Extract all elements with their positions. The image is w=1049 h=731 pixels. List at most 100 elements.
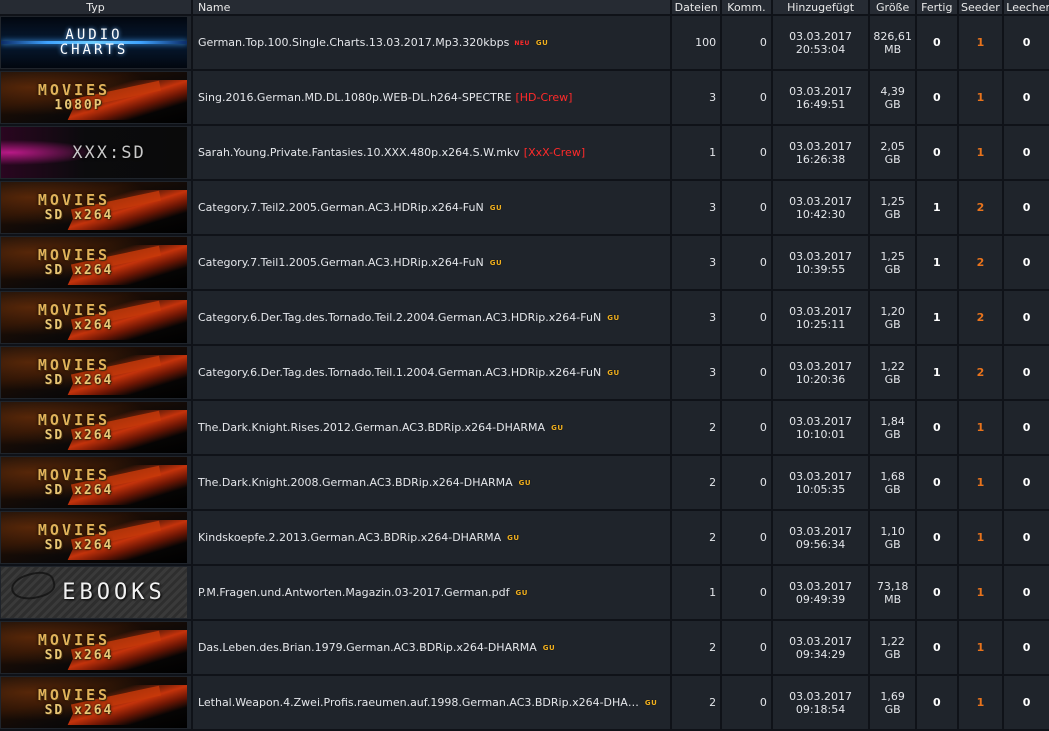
seeder-count[interactable]: 2 (958, 346, 1003, 399)
finished-count[interactable]: 0 (916, 401, 957, 454)
torrent-name-link[interactable]: P.M.Fragen.und.Antworten.Magazin.03-2017… (198, 586, 510, 599)
comments-count[interactable]: 0 (722, 456, 771, 509)
seeder-count[interactable]: 1 (958, 676, 1003, 729)
table-row[interactable]: MOVIES SD x264 The.Dark.Knight.Rises.201… (0, 401, 1049, 454)
column-header-leecher[interactable]: Leecher (1004, 0, 1049, 14)
category-cell[interactable]: MOVIES SD x264 (0, 291, 191, 344)
category-banner-audio[interactable]: AUDIO CHARTS (1, 17, 187, 68)
category-banner-movies[interactable]: MOVIES SD x264 (1, 237, 187, 288)
files-count[interactable]: 100 (672, 16, 721, 69)
leecher-count[interactable]: 0 (1004, 456, 1049, 509)
files-count[interactable]: 3 (672, 181, 721, 234)
torrent-name-link[interactable]: Category.7.Teil1.2005.German.AC3.HDRip.x… (198, 256, 484, 269)
seeder-count[interactable]: 1 (958, 621, 1003, 674)
comments-count[interactable]: 0 (722, 566, 771, 619)
table-row[interactable]: MOVIES SD x264 Category.7.Teil1.2005.Ger… (0, 236, 1049, 289)
leecher-count[interactable]: 0 (1004, 621, 1049, 674)
category-cell[interactable]: MOVIES SD x264 (0, 236, 191, 289)
files-count[interactable]: 2 (672, 511, 721, 564)
seeder-count[interactable]: 1 (958, 566, 1003, 619)
column-header-name[interactable]: Name (192, 0, 671, 14)
category-banner-xxx[interactable]: XXX:SD (1, 127, 187, 178)
category-banner-movies[interactable]: MOVIES SD x264 (1, 677, 187, 728)
files-count[interactable]: 2 (672, 456, 721, 509)
group-tag[interactable]: [HD-Crew] (515, 91, 572, 104)
finished-count[interactable]: 1 (916, 181, 957, 234)
category-banner-movies[interactable]: MOVIES SD x264 (1, 347, 187, 398)
files-count[interactable]: 3 (672, 71, 721, 124)
column-header-dateien[interactable]: Dateien (672, 0, 721, 14)
seeder-count[interactable]: 2 (958, 291, 1003, 344)
category-cell[interactable]: AUDIO CHARTS (0, 16, 191, 69)
torrent-name-link[interactable]: Sing.2016.German.MD.DL.1080p.WEB-DL.h264… (198, 91, 511, 104)
leecher-count[interactable]: 0 (1004, 236, 1049, 289)
finished-count[interactable]: 0 (916, 456, 957, 509)
seeder-count[interactable]: 1 (958, 401, 1003, 454)
torrent-name-link[interactable]: Category.6.Der.Tag.des.Tornado.Teil.1.20… (198, 366, 601, 379)
group-tag[interactable]: [XxX-Crew] (524, 146, 585, 159)
table-row[interactable]: MOVIES SD x264 Das.Leben.des.Brian.1979.… (0, 621, 1049, 674)
category-banner-movies[interactable]: MOVIES SD x264 (1, 512, 187, 563)
torrent-name-link[interactable]: Category.7.Teil2.2005.German.AC3.HDRip.x… (198, 201, 484, 214)
column-header-groesse[interactable]: Größe (870, 0, 915, 14)
table-row[interactable]: EBOOKS P.M.Fragen.und.Antworten.Magazin.… (0, 566, 1049, 619)
seeder-count[interactable]: 2 (958, 236, 1003, 289)
seeder-count[interactable]: 1 (958, 126, 1003, 179)
comments-count[interactable]: 0 (722, 401, 771, 454)
finished-count[interactable]: 1 (916, 291, 957, 344)
table-row[interactable]: MOVIES 1080P Sing.2016.German.MD.DL.1080… (0, 71, 1049, 124)
leecher-count[interactable]: 0 (1004, 566, 1049, 619)
comments-count[interactable]: 0 (722, 16, 771, 69)
files-count[interactable]: 3 (672, 236, 721, 289)
torrent-name-link[interactable]: Sarah.Young.Private.Fantasies.10.XXX.480… (198, 146, 520, 159)
column-header-hinzugefuegt[interactable]: Hinzugefügt (772, 0, 869, 14)
seeder-count[interactable]: 1 (958, 16, 1003, 69)
leecher-count[interactable]: 0 (1004, 181, 1049, 234)
torrent-name-link[interactable]: Kindskoepfe.2.2013.German.AC3.BDRip.x264… (198, 531, 501, 544)
seeder-count[interactable]: 2 (958, 181, 1003, 234)
leecher-count[interactable]: 0 (1004, 346, 1049, 399)
finished-count[interactable]: 0 (916, 621, 957, 674)
category-banner-movies[interactable]: MOVIES 1080P (1, 72, 187, 123)
files-count[interactable]: 2 (672, 621, 721, 674)
category-cell[interactable]: EBOOKS (0, 566, 191, 619)
comments-count[interactable]: 0 (722, 236, 771, 289)
leecher-count[interactable]: 0 (1004, 126, 1049, 179)
torrent-name-link[interactable]: German.Top.100.Single.Charts.13.03.2017.… (198, 36, 509, 49)
category-cell[interactable]: XXX:SD (0, 126, 191, 179)
finished-count[interactable]: 0 (916, 126, 957, 179)
comments-count[interactable]: 0 (722, 346, 771, 399)
leecher-count[interactable]: 0 (1004, 71, 1049, 124)
finished-count[interactable]: 0 (916, 676, 957, 729)
seeder-count[interactable]: 1 (958, 511, 1003, 564)
category-cell[interactable]: MOVIES SD x264 (0, 621, 191, 674)
torrent-name-link[interactable]: The.Dark.Knight.2008.German.AC3.BDRip.x2… (198, 476, 513, 489)
seeder-count[interactable]: 1 (958, 71, 1003, 124)
finished-count[interactable]: 1 (916, 346, 957, 399)
torrent-name-link[interactable]: The.Dark.Knight.Rises.2012.German.AC3.BD… (198, 421, 545, 434)
leecher-count[interactable]: 0 (1004, 676, 1049, 729)
leecher-count[interactable]: 0 (1004, 401, 1049, 454)
leecher-count[interactable]: 0 (1004, 291, 1049, 344)
category-cell[interactable]: MOVIES SD x264 (0, 511, 191, 564)
category-cell[interactable]: MOVIES SD x264 (0, 181, 191, 234)
finished-count[interactable]: 0 (916, 511, 957, 564)
table-row[interactable]: MOVIES SD x264 Lethal.Weapon.4.Zwei.Prof… (0, 676, 1049, 729)
table-row[interactable]: MOVIES SD x264 Category.7.Teil2.2005.Ger… (0, 181, 1049, 234)
category-cell[interactable]: MOVIES 1080P (0, 71, 191, 124)
column-header-seeder[interactable]: Seeder (958, 0, 1003, 14)
category-cell[interactable]: MOVIES SD x264 (0, 346, 191, 399)
finished-count[interactable]: 0 (916, 566, 957, 619)
category-cell[interactable]: MOVIES SD x264 (0, 456, 191, 509)
torrent-name-link[interactable]: Das.Leben.des.Brian.1979.German.AC3.BDRi… (198, 641, 537, 654)
category-banner-movies[interactable]: MOVIES SD x264 (1, 622, 187, 673)
table-row[interactable]: AUDIO CHARTS German.Top.100.Single.Chart… (0, 16, 1049, 69)
category-banner-movies[interactable]: MOVIES SD x264 (1, 402, 187, 453)
comments-count[interactable]: 0 (722, 181, 771, 234)
comments-count[interactable]: 0 (722, 291, 771, 344)
category-banner-movies[interactable]: MOVIES SD x264 (1, 457, 187, 508)
category-banner-movies[interactable]: MOVIES SD x264 (1, 292, 187, 343)
files-count[interactable]: 2 (672, 401, 721, 454)
torrent-name-link[interactable]: Category.6.Der.Tag.des.Tornado.Teil.2.20… (198, 311, 601, 324)
column-header-typ[interactable]: Typ (0, 0, 191, 14)
